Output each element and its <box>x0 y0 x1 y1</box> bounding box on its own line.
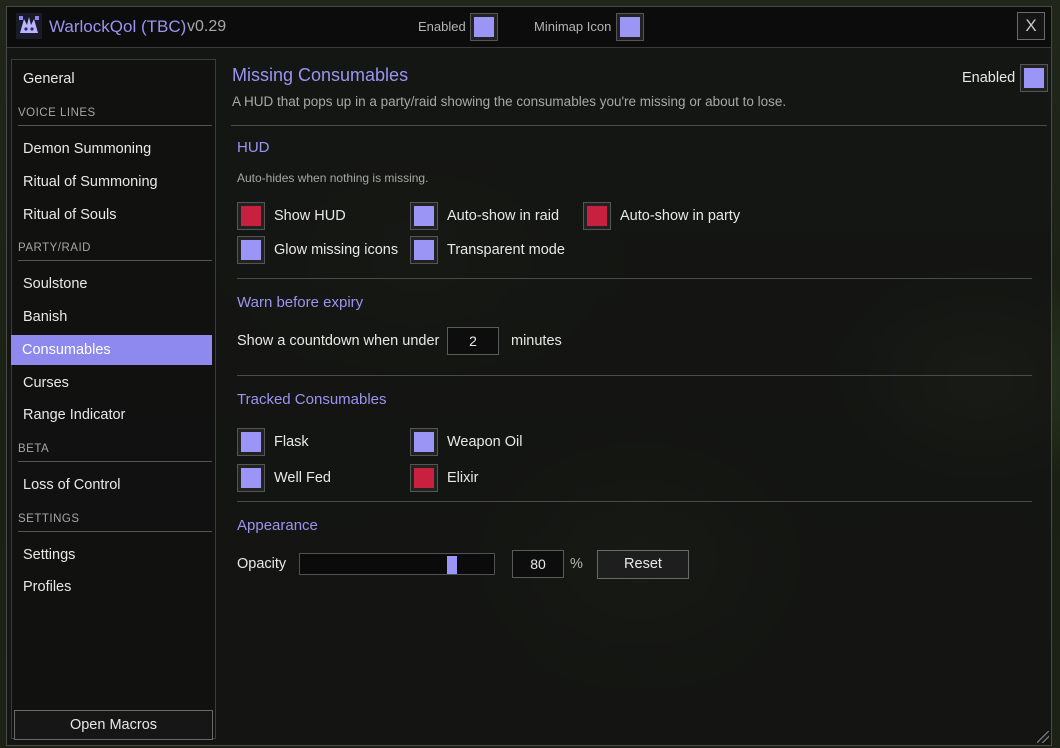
app-version: v0.29 <box>187 18 227 35</box>
sidebar: General VOICE LINES Demon Summoning Ritu… <box>11 59 216 740</box>
app-title: WarlockQol (TBC) <box>49 17 187 36</box>
title-bar[interactable]: WarlockQol (TBC) v0.29 Enabled Minimap I… <box>7 7 1051 48</box>
header-divider <box>231 125 1047 126</box>
flask-label: Flask <box>274 434 309 450</box>
opacity-label: Opacity <box>237 556 287 572</box>
main-content: Missing Consumables A HUD that pops up i… <box>227 59 1048 739</box>
minimap-icon-label: Minimap Icon <box>534 19 612 34</box>
elixir-checkbox[interactable] <box>410 464 438 492</box>
auto-show-raid-label: Auto-show in raid <box>447 208 560 224</box>
countdown-minutes-input[interactable]: 2 <box>447 327 499 355</box>
enabled-checkbox[interactable] <box>470 13 498 41</box>
reset-opacity-button[interactable]: Reset <box>597 550 689 579</box>
percent-label: % <box>570 556 583 572</box>
tracked-section-title: Tracked Consumables <box>237 391 387 408</box>
auto-show-party-checkbox[interactable] <box>583 202 611 230</box>
sidebar-item-soulstone[interactable]: Soulstone <box>12 269 213 299</box>
auto-show-party-label: Auto-show in party <box>620 208 741 224</box>
section-beta: BETA <box>18 443 212 462</box>
sidebar-item-loss-of-control[interactable]: Loss of Control <box>12 470 213 500</box>
warn-section-title: Warn before expiry <box>237 294 364 311</box>
open-macros-button[interactable]: Open Macros <box>14 710 213 740</box>
sidebar-item-curses[interactable]: Curses <box>12 368 213 398</box>
section-voice-lines: VOICE LINES <box>18 107 212 126</box>
opacity-value-input[interactable]: 80 <box>512 550 564 578</box>
elixir-label: Elixir <box>447 470 479 486</box>
addon-window: WarlockQol (TBC) v0.29 Enabled Minimap I… <box>6 6 1052 746</box>
well-fed-label: Well Fed <box>274 470 331 486</box>
auto-show-raid-checkbox[interactable] <box>410 202 438 230</box>
appearance-section-title: Appearance <box>237 517 318 534</box>
sidebar-item-demon-summoning[interactable]: Demon Summoning <box>12 134 213 164</box>
well-fed-checkbox[interactable] <box>237 464 265 492</box>
minimap-icon-checkbox[interactable] <box>616 13 644 41</box>
resize-grip[interactable] <box>1037 731 1049 743</box>
page-description: A HUD that pops up in a party/raid showi… <box>232 94 787 109</box>
show-hud-label: Show HUD <box>274 208 346 224</box>
sidebar-item-consumables[interactable]: Consumables <box>11 335 212 365</box>
tracked-divider <box>237 501 1032 502</box>
section-settings: SETTINGS <box>18 513 212 532</box>
weapon-oil-checkbox[interactable] <box>410 428 438 456</box>
sidebar-item-general[interactable]: General <box>12 64 213 94</box>
sidebar-item-settings[interactable]: Settings <box>12 540 213 570</box>
countdown-label: Show a countdown when under <box>237 333 440 349</box>
close-button[interactable]: X <box>1017 12 1045 40</box>
flask-checkbox[interactable] <box>237 428 265 456</box>
opacity-slider-thumb[interactable] <box>447 556 457 574</box>
page-title: Missing Consumables <box>232 65 409 85</box>
page-enabled-checkbox[interactable] <box>1020 64 1048 92</box>
sidebar-item-ritual-of-summoning[interactable]: Ritual of Summoning <box>12 167 213 197</box>
minutes-label: minutes <box>511 333 562 349</box>
glow-missing-icons-checkbox[interactable] <box>237 236 265 264</box>
show-hud-checkbox[interactable] <box>237 202 265 230</box>
sidebar-item-range-indicator[interactable]: Range Indicator <box>12 400 213 430</box>
weapon-oil-label: Weapon Oil <box>447 434 523 450</box>
transparent-mode-label: Transparent mode <box>447 242 565 258</box>
sidebar-item-banish[interactable]: Banish <box>12 302 213 332</box>
glow-missing-icons-label: Glow missing icons <box>274 242 399 258</box>
warlock-logo-icon <box>16 13 42 39</box>
section-party-raid: PARTY/RAID <box>18 242 212 261</box>
page-enabled-label: Enabled <box>962 70 1016 86</box>
opacity-slider[interactable] <box>299 553 495 575</box>
warn-divider <box>237 375 1032 376</box>
sidebar-item-profiles[interactable]: Profiles <box>12 572 213 602</box>
enabled-label: Enabled <box>418 19 466 34</box>
hud-section-title: HUD <box>237 139 270 156</box>
hud-divider <box>237 278 1032 279</box>
sidebar-item-ritual-of-souls[interactable]: Ritual of Souls <box>12 200 213 230</box>
hud-section-description: Auto-hides when nothing is missing. <box>237 171 429 185</box>
transparent-mode-checkbox[interactable] <box>410 236 438 264</box>
